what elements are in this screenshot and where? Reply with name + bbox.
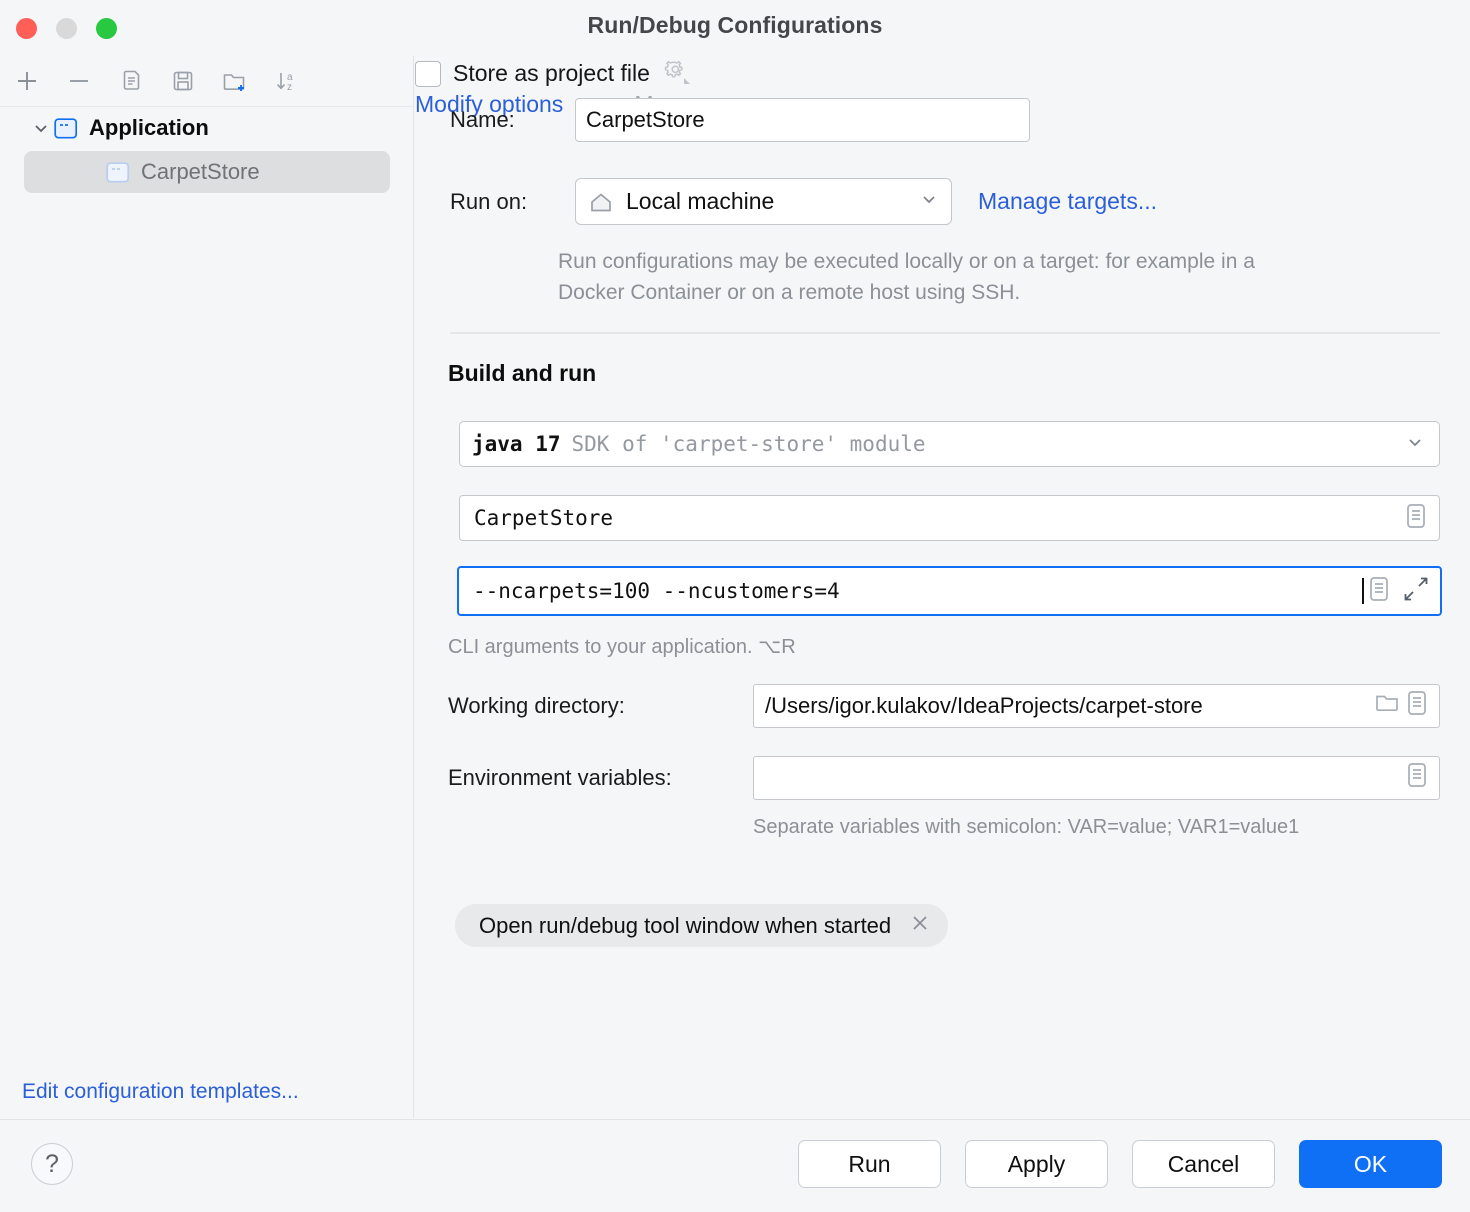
run-button[interactable]: Run	[798, 1140, 941, 1188]
footer-button-group: Run Apply Cancel OK	[798, 1140, 1442, 1188]
environment-variables-hint: Separate variables with semicolon: VAR=v…	[753, 816, 1299, 839]
name-row: Name: CarpetStore	[450, 98, 1030, 142]
main-class-input[interactable]: CarpetStore	[459, 495, 1440, 541]
chevron-down-icon[interactable]	[28, 118, 54, 138]
cancel-button[interactable]: Cancel	[1132, 1140, 1275, 1188]
option-chip-open-tool-window[interactable]: Open run/debug tool window when started	[455, 904, 948, 947]
dialog-footer: ? Run Apply Cancel OK	[0, 1119, 1470, 1212]
section-divider	[450, 332, 1440, 334]
home-icon	[588, 190, 614, 214]
run-on-label: Run on:	[450, 189, 575, 215]
run-on-value: Local machine	[626, 188, 917, 215]
list-edit-icon[interactable]	[1364, 573, 1394, 610]
close-icon[interactable]	[909, 912, 931, 939]
environment-variables-input[interactable]	[753, 756, 1440, 800]
copy-configuration-button[interactable]	[114, 64, 148, 98]
jre-name: java 17	[472, 432, 561, 456]
window-title: Run/Debug Configurations	[0, 12, 1470, 39]
chevron-down-icon[interactable]	[1403, 430, 1427, 459]
option-chip-label: Open run/debug tool window when started	[479, 913, 891, 939]
main-class-value: CarpetStore	[474, 506, 1401, 530]
run-on-row: Run on: Local machine Manage targets...	[450, 178, 1157, 225]
configurations-sidebar: a z Application	[0, 56, 414, 1118]
save-configuration-button[interactable]	[166, 64, 200, 98]
manage-targets-link[interactable]: Manage targets...	[978, 188, 1157, 215]
store-as-project-file-row: Store as project file	[415, 56, 1470, 91]
svg-text:z: z	[287, 82, 292, 93]
store-as-project-file-checkbox[interactable]	[415, 61, 441, 87]
program-arguments-input[interactable]: --ncarpets=100 --ncustomers=4	[457, 566, 1442, 616]
jre-select[interactable]: java 17 SDK of 'carpet-store' module	[459, 421, 1440, 467]
program-arguments-hint: CLI arguments to your application. ⌥R	[448, 634, 796, 659]
title-bar: Run/Debug Configurations	[0, 0, 1470, 56]
working-directory-row: Working directory:	[448, 693, 748, 719]
expand-diagonal-icon[interactable]	[1400, 573, 1432, 610]
store-as-project-file-label: Store as project file	[453, 60, 650, 87]
run-on-select[interactable]: Local machine	[575, 178, 952, 225]
sort-configurations-button[interactable]: a z	[270, 64, 304, 98]
tree-group-label: Application	[89, 115, 209, 141]
tree-group-application[interactable]: Application	[0, 107, 414, 149]
run-debug-configurations-dialog: Run/Debug Configurations	[0, 0, 1470, 1212]
name-input[interactable]: CarpetStore	[575, 98, 1030, 142]
working-directory-value: /Users/igor.kulakov/IdeaProjects/carpet-…	[765, 693, 1372, 719]
apply-button[interactable]: Apply	[965, 1140, 1108, 1188]
name-input-value: CarpetStore	[586, 107, 705, 133]
configuration-editor-panel: Name: CarpetStore Store as project file …	[415, 56, 1470, 1118]
ok-button[interactable]: OK	[1299, 1140, 1442, 1188]
sidebar-toolbar: a z	[0, 56, 414, 107]
list-edit-icon[interactable]	[1402, 759, 1432, 797]
gear-dropdown-icon[interactable]	[662, 56, 692, 91]
list-edit-icon[interactable]	[1401, 500, 1431, 537]
list-edit-icon[interactable]	[1402, 687, 1432, 725]
jre-description: SDK of 'carpet-store' module	[572, 432, 926, 456]
help-button[interactable]: ?	[31, 1143, 73, 1185]
tree-item-carpetstore[interactable]: CarpetStore	[24, 151, 390, 193]
application-run-icon	[106, 161, 132, 183]
add-configuration-button[interactable]	[10, 64, 44, 98]
new-folder-button[interactable]	[218, 64, 252, 98]
run-on-description: Run configurations may be executed local…	[558, 246, 1318, 308]
program-arguments-value: --ncarpets=100 --ncustomers=4	[473, 579, 1362, 603]
remove-configuration-button[interactable]	[62, 64, 96, 98]
working-directory-input[interactable]: /Users/igor.kulakov/IdeaProjects/carpet-…	[753, 684, 1440, 728]
name-label: Name:	[450, 107, 575, 133]
folder-icon[interactable]	[1372, 688, 1402, 724]
chevron-down-icon[interactable]	[917, 187, 941, 217]
tree-item-label: CarpetStore	[141, 159, 260, 185]
edit-configuration-templates-link[interactable]: Edit configuration templates...	[22, 1080, 299, 1104]
environment-variables-label: Environment variables:	[448, 765, 672, 791]
configurations-tree: Application CarpetStore	[0, 107, 414, 193]
build-and-run-section-title: Build and run	[448, 360, 596, 387]
application-run-icon	[54, 117, 80, 139]
working-directory-label: Working directory:	[448, 693, 748, 719]
